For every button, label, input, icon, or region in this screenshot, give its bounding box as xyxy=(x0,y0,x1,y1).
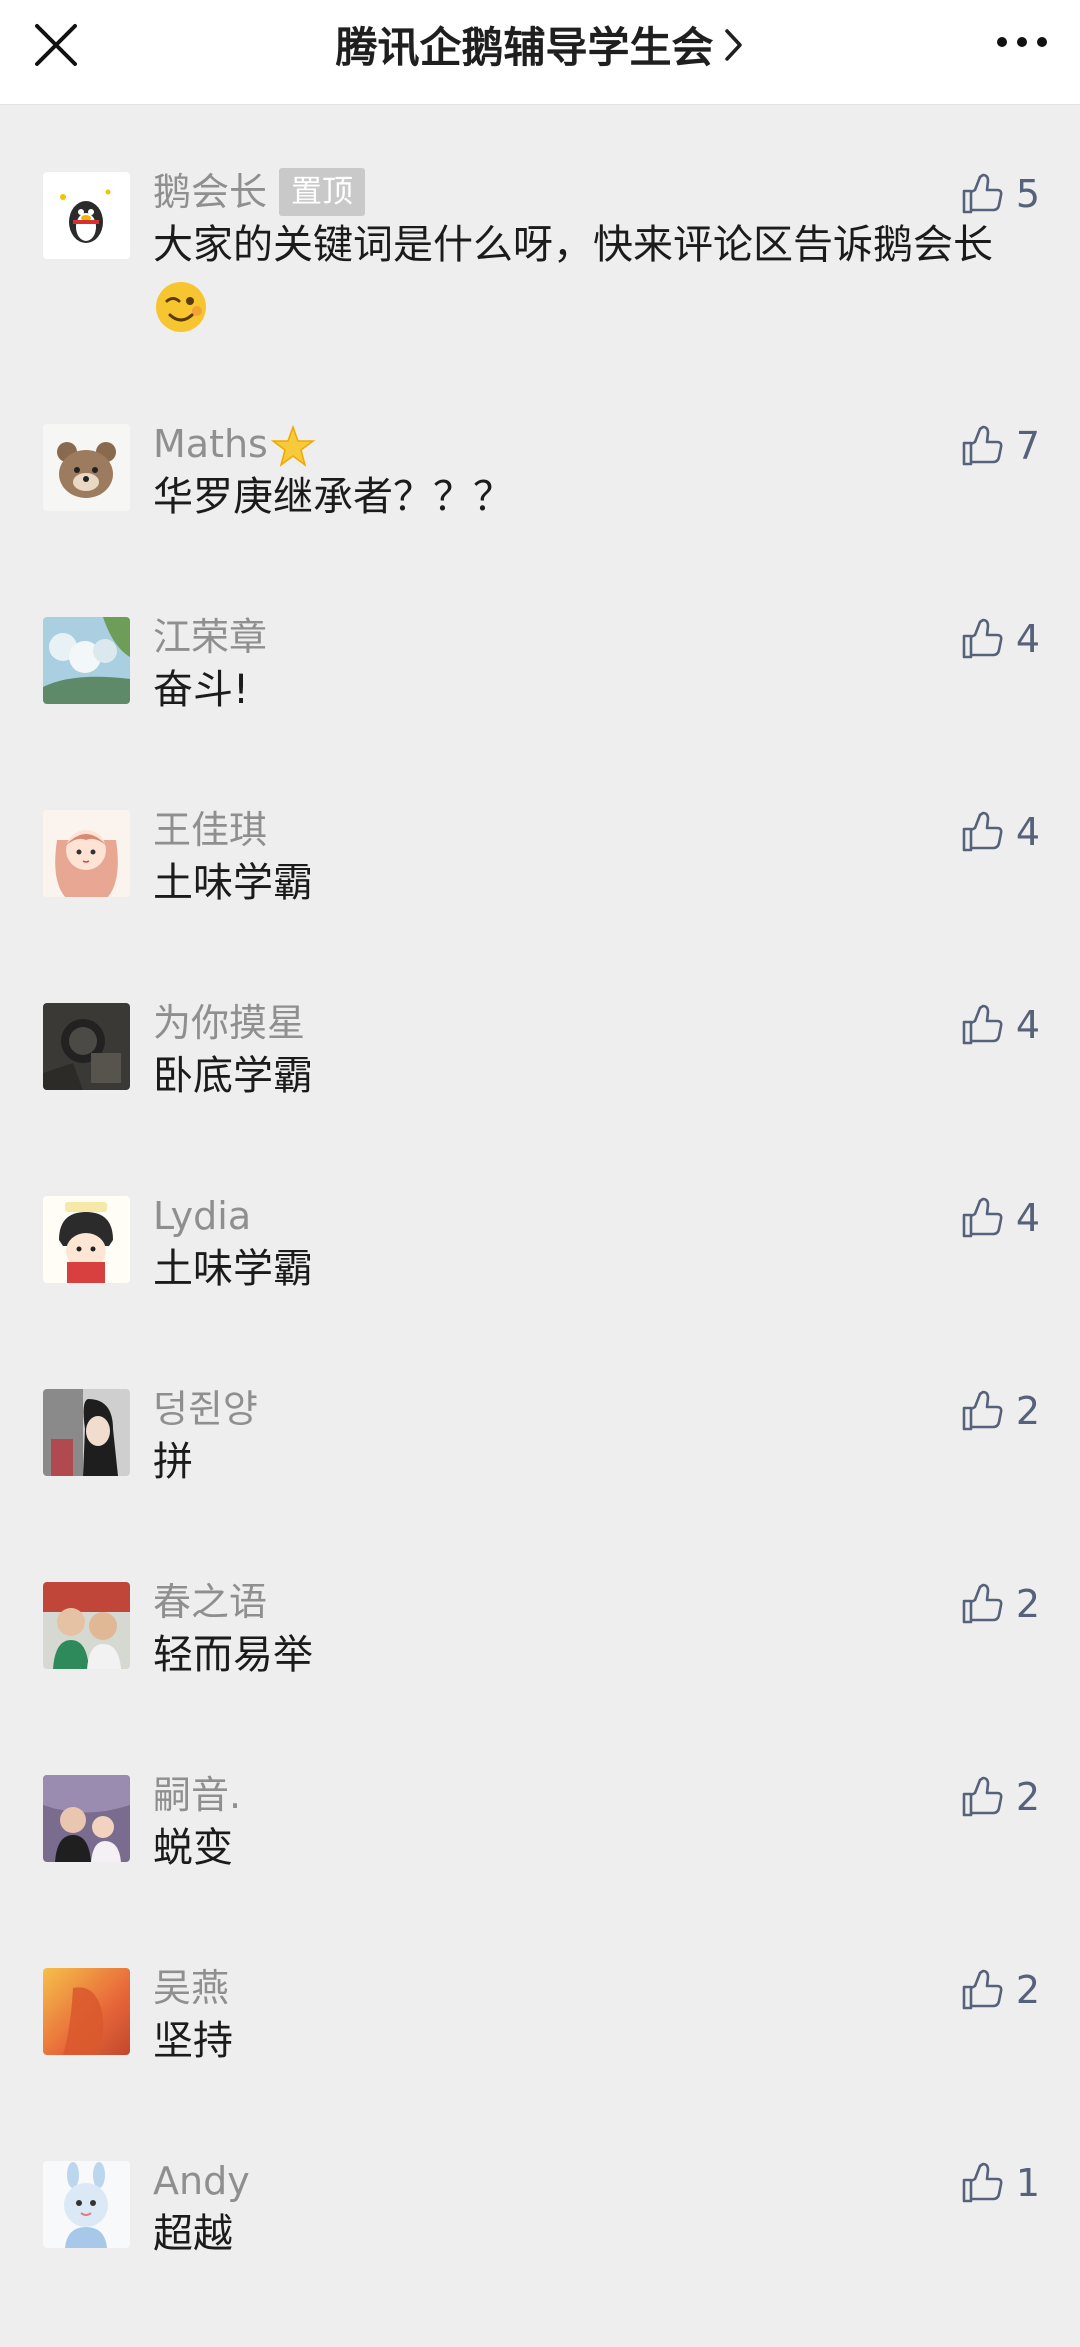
like-count: 7 xyxy=(1015,424,1040,468)
like-count: 2 xyxy=(1015,1389,1040,1433)
pinned-badge: 置顶 xyxy=(279,168,366,216)
comment-author: 덩쥔양 xyxy=(153,1387,258,1431)
comment-text: 蜕变 xyxy=(153,1825,233,1871)
more-button[interactable] xyxy=(990,22,1054,62)
thumbs-up-icon xyxy=(962,1583,1003,1624)
like-count: 4 xyxy=(1015,1196,1040,1240)
comment-text: 土味学霸 xyxy=(153,1246,313,1292)
avatar[interactable] xyxy=(43,1003,130,1090)
like-button[interactable]: 4 xyxy=(960,806,1040,858)
comment-item: Lydia 土味学霸 4 xyxy=(0,1192,1080,1382)
like-button[interactable]: 4 xyxy=(960,999,1040,1051)
comment-author: 吴燕 xyxy=(153,1966,230,2010)
avatar[interactable] xyxy=(43,2161,130,2248)
comment-item: Maths 华罗庚继承者？？？ 7 xyxy=(0,420,1080,610)
top-bar: 腾讯企鹅辅导学生会 xyxy=(0,0,1080,104)
like-count: 4 xyxy=(1015,1003,1040,1047)
comment-author: Maths xyxy=(153,420,316,470)
like-count: 2 xyxy=(1015,1582,1040,1626)
page-title: 腾讯企鹅辅导学生会 xyxy=(335,23,714,72)
thumbs-up-icon xyxy=(962,618,1003,659)
like-count: 4 xyxy=(1015,617,1040,661)
avatar[interactable] xyxy=(43,172,130,259)
thumbs-up-icon xyxy=(962,1390,1003,1431)
avatar[interactable] xyxy=(43,810,130,897)
comment-item: 江荣章 奋斗! 4 xyxy=(0,613,1080,803)
comment-text: 超越 xyxy=(153,2211,233,2257)
thumbs-up-icon xyxy=(962,811,1003,852)
like-button[interactable]: 2 xyxy=(960,1964,1040,2016)
like-count: 4 xyxy=(1015,810,1040,854)
like-button[interactable]: 2 xyxy=(960,1578,1040,1630)
avatar[interactable] xyxy=(43,1582,130,1669)
comment-author: 为你摸星 xyxy=(153,1001,306,1045)
like-button[interactable]: 4 xyxy=(960,613,1040,665)
comment-text: 奋斗! xyxy=(153,667,250,713)
thumbs-up-icon xyxy=(962,425,1003,466)
like-count: 2 xyxy=(1015,1775,1040,1819)
comment-item: 为你摸星 卧底学霸 4 xyxy=(0,999,1080,1189)
comment-text: 大家的关键词是什么呀，快来评论区告诉鹅会长 xyxy=(153,215,1023,335)
comment-text: 轻而易举 xyxy=(153,1632,313,1678)
comment-item: Andy 超越 1 xyxy=(0,2157,1080,2347)
account-title-link[interactable]: 腾讯企鹅辅导学生会 xyxy=(0,14,1080,74)
comment-text: 华罗庚继承者？？？ xyxy=(153,474,513,520)
comment-item: 王佳琪 土味学霸 4 xyxy=(0,806,1080,996)
avatar[interactable] xyxy=(43,1968,130,2055)
wink-emoji-icon xyxy=(156,282,206,332)
comment-author: 嗣音. xyxy=(153,1773,242,1817)
comment-author: Lydia xyxy=(153,1194,252,1238)
like-button[interactable]: 4 xyxy=(960,1192,1040,1244)
star-emoji-icon xyxy=(270,424,316,467)
comment-item: 吴燕 坚持 2 xyxy=(0,1964,1080,2154)
avatar[interactable] xyxy=(43,1389,130,1476)
like-button[interactable]: 5 xyxy=(960,168,1040,220)
comment-author: 春之语 xyxy=(153,1580,268,1624)
comment-text: 拼 xyxy=(153,1439,193,1485)
avatar[interactable] xyxy=(43,424,130,511)
thumbs-up-icon xyxy=(962,1776,1003,1817)
thumbs-up-icon xyxy=(962,2162,1003,2203)
avatar[interactable] xyxy=(43,1775,130,1862)
thumbs-up-icon xyxy=(962,1969,1003,2010)
thumbs-up-icon xyxy=(962,1004,1003,1045)
like-count: 5 xyxy=(1015,172,1040,216)
comment-text: 坚持 xyxy=(153,2018,233,2064)
comment-author: 王佳琪 xyxy=(153,808,268,852)
like-count: 2 xyxy=(1015,1968,1040,2012)
like-count: 1 xyxy=(1015,2161,1040,2205)
comment-item: 春之语 轻而易举 2 xyxy=(0,1578,1080,1768)
avatar[interactable] xyxy=(43,1196,130,1283)
comment-author: 江荣章 xyxy=(153,615,268,659)
comment-author: Andy xyxy=(153,2159,250,2203)
comment-text: 卧底学霸 xyxy=(153,1053,313,1099)
like-button[interactable]: 2 xyxy=(960,1771,1040,1823)
like-button[interactable]: 7 xyxy=(960,420,1040,472)
comment-text: 土味学霸 xyxy=(153,860,313,906)
comment-item: 덩쥔양 拼 2 xyxy=(0,1385,1080,1575)
thumbs-up-icon xyxy=(962,173,1003,214)
chevron-right-icon xyxy=(724,28,742,61)
more-icon xyxy=(997,37,1047,47)
like-button[interactable]: 1 xyxy=(960,2157,1040,2209)
avatar[interactable] xyxy=(43,617,130,704)
comment-item: 鹅会长 置顶 大家的关键词是什么呀，快来评论区告诉鹅会长 5 xyxy=(0,168,1080,358)
like-button[interactable]: 2 xyxy=(960,1385,1040,1437)
thumbs-up-icon xyxy=(962,1197,1003,1238)
comment-item: 嗣音. 蜕变 2 xyxy=(0,1771,1080,1961)
comment-author: 鹅会长 置顶 xyxy=(153,168,366,216)
